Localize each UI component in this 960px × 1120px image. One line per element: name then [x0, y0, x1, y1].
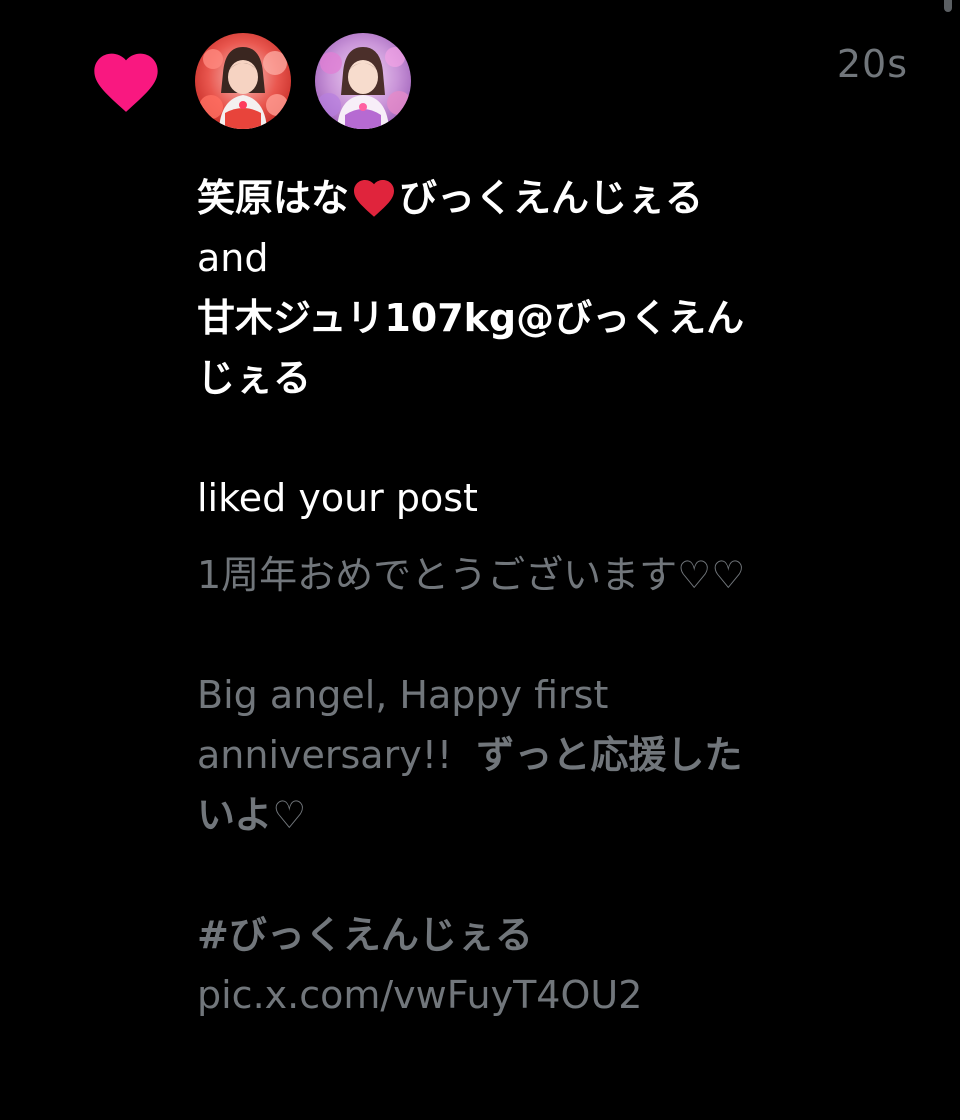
red-heart-icon [354, 180, 395, 217]
post-preview[interactable]: 1周年おめでとうございます♡♡ Big angel, Happy first a… [197, 545, 757, 1025]
notification-content: 笑原はな びっくえんじぇる and 甘木ジュリ107kg@びっくえんじぇる lik… [197, 168, 757, 1025]
avatar[interactable] [195, 33, 291, 129]
post-text-line: Big angel, Happy first anniversary!! ずっと… [197, 673, 743, 837]
scrollbar-thumb[interactable] [944, 0, 952, 12]
hashtag[interactable]: #びっくえんじぇる [197, 905, 757, 965]
timestamp: 20s [836, 42, 908, 86]
user-name[interactable]: 甘木ジュリ107kg@びっくえんじぇる [197, 288, 757, 408]
avatar[interactable] [315, 33, 411, 129]
user-name-line: 笑原はな びっくえんじぇる [197, 168, 757, 228]
connector-text: and [197, 236, 269, 280]
heart-icon [94, 53, 158, 112]
post-text-line: 1周年おめでとうございます♡♡ [197, 553, 746, 597]
action-text: liked your post [197, 476, 478, 520]
user-name[interactable]: 笑原はな びっくえんじぇる [197, 176, 703, 220]
like-notification[interactable]: 20s 笑原はな びっくえんじぇる and 甘木ジュリ107kg@びっくえんじぇる… [0, 0, 960, 1120]
post-link[interactable]: pic.x.com/vwFuyT4OU2 [197, 965, 757, 1025]
